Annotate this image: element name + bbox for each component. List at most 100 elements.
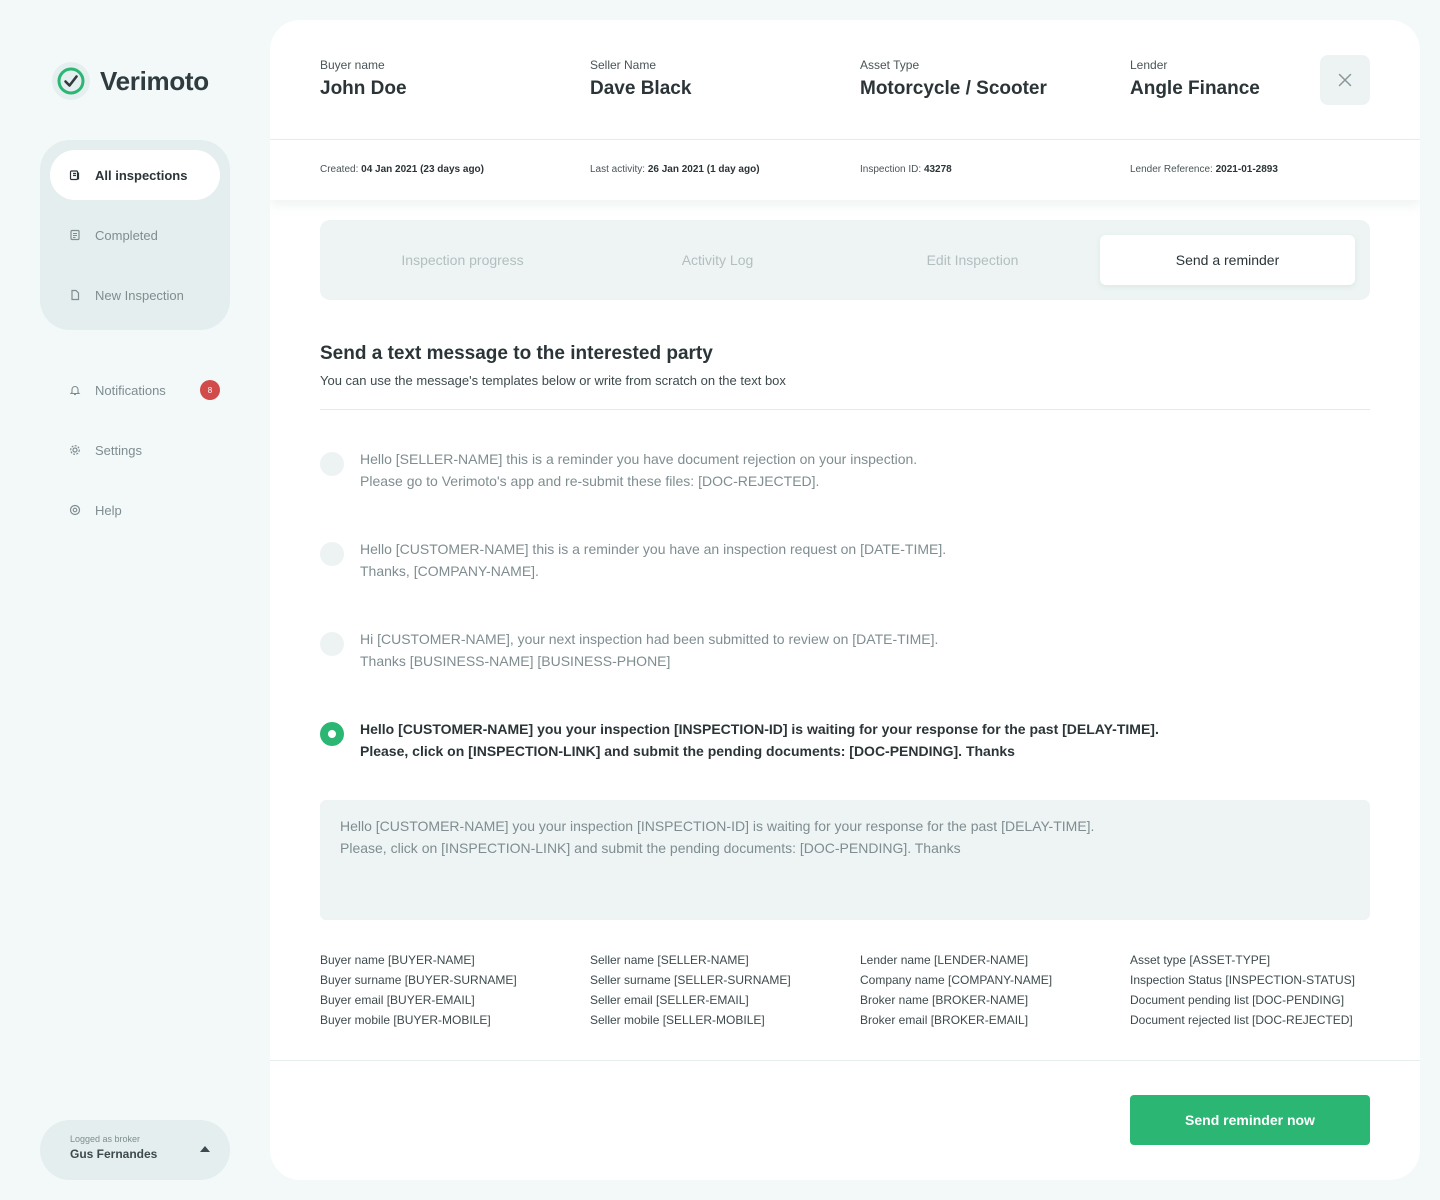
variable-column-seller: Seller name [SELLER-NAME] Seller surname… — [590, 950, 791, 1030]
inspection-header: Buyer name John Doe Seller Name Dave Bla… — [270, 20, 1420, 140]
main-nav: All inspections Completed New Inspection — [40, 140, 230, 330]
template-line: Hello [SELLER-NAME] this is a reminder y… — [360, 451, 918, 467]
meta-label: Last activity: — [590, 164, 646, 175]
message-textarea[interactable]: Hello [CUSTOMER-NAME] you your inspectio… — [320, 800, 1370, 920]
nav-item-label: Settings — [95, 442, 142, 458]
close-icon — [1338, 73, 1352, 87]
nav-item-settings[interactable]: Settings — [50, 425, 230, 475]
variable-item: Company name [COMPANY-NAME] — [860, 973, 1053, 987]
template-line: Please, click on [INSPECTION-LINK] and s… — [360, 743, 1015, 759]
template-line: Please go to Verimoto's app and re-submi… — [360, 473, 820, 489]
folder-icon — [68, 168, 82, 182]
app-name: Verimoto — [100, 65, 209, 96]
meta-value: 43278 — [923, 164, 952, 175]
meta-value: 2021-01-2893 — [1215, 164, 1278, 175]
template-line: Thanks [BUSINESS-NAME] [BUSINESS-PHONE] — [360, 653, 671, 669]
nav-item-label: New Inspection — [95, 287, 184, 303]
nav-item-completed[interactable]: Completed — [50, 210, 220, 260]
section-title: Send a text message to the interested pa… — [320, 343, 713, 364]
buyer-info: Buyer name John Doe — [320, 58, 407, 100]
variable-item: Seller surname [SELLER-SURNAME] — [590, 973, 791, 987]
variable-item: Asset type [ASSET-TYPE] — [1130, 953, 1271, 967]
asset-info: Asset Type Motorcycle / Scooter — [860, 58, 1047, 100]
meta-label: Inspection ID: — [860, 164, 922, 175]
message-line: Hello [CUSTOMER-NAME] you your inspectio… — [340, 818, 1095, 834]
document-icon — [68, 228, 82, 242]
template-radio-selected[interactable] — [320, 722, 344, 746]
tab-send-reminder[interactable]: Send a reminder — [1100, 235, 1355, 285]
gear-icon — [68, 443, 82, 457]
template-line: Hello [CUSTOMER-NAME] this is a reminder… — [360, 541, 947, 557]
meta-inspection-id: Inspection ID: 43278 — [860, 164, 952, 175]
meta-lender-reference: Lender Reference: 2021-01-2893 — [1130, 164, 1278, 175]
message-line: Please, click on [INSPECTION-LINK] and s… — [340, 840, 961, 856]
template-line: Hi [CUSTOMER-NAME], your next inspection… — [360, 631, 939, 647]
variable-item: Document pending list [DOC-PENDING] — [1130, 993, 1345, 1007]
template-line: Hello [CUSTOMER-NAME] you your inspectio… — [360, 721, 1159, 737]
seller-label: Seller Name — [590, 58, 657, 72]
divider — [320, 409, 1370, 410]
lender-info: Lender Angle Finance — [1130, 58, 1260, 100]
variable-item: Buyer surname [BUYER-SURNAME] — [320, 973, 517, 987]
nav-item-all-inspections[interactable]: All inspections — [50, 150, 220, 200]
help-icon — [68, 503, 82, 517]
inspection-card: Buyer name John Doe Seller Name Dave Bla… — [270, 20, 1420, 1180]
buyer-label: Buyer name — [320, 58, 385, 72]
user-role-caption: Logged as broker — [70, 1134, 141, 1144]
caret-up-icon[interactable] — [200, 1146, 210, 1152]
nav-item-label: Completed — [95, 227, 158, 243]
tab-activity-log[interactable]: Activity Log — [590, 235, 845, 285]
buyer-value: John Doe — [320, 78, 407, 99]
nav-item-label: Notifications — [95, 382, 166, 398]
nav-item-label: Help — [95, 502, 122, 518]
variable-item: Document rejected list [DOC-REJECTED] — [1130, 1013, 1353, 1027]
nav-item-label: All inspections — [95, 167, 188, 183]
lender-value: Angle Finance — [1130, 78, 1260, 99]
tab-inspection-progress[interactable]: Inspection progress — [335, 235, 590, 285]
bell-icon — [68, 383, 82, 397]
nav-item-notifications[interactable]: Notifications 8 — [50, 365, 230, 415]
meta-last-activity: Last activity: 26 Jan 2021 (1 day ago) — [590, 164, 760, 175]
template-text: Hello [CUSTOMER-NAME] you your inspectio… — [360, 718, 1159, 762]
check-circle-icon — [52, 62, 90, 100]
meta-created: Created: 04 Jan 2021 (23 days ago) — [320, 164, 484, 175]
template-radio[interactable] — [320, 542, 344, 566]
seller-info: Seller Name Dave Black — [590, 58, 691, 100]
variable-item: Seller email [SELLER-EMAIL] — [590, 993, 749, 1007]
tab-bar: Inspection progress Activity Log Edit In… — [320, 220, 1370, 300]
inspection-meta: Created: 04 Jan 2021 (23 days ago) Last … — [270, 140, 1420, 200]
template-line: Thanks, [COMPANY-NAME]. — [360, 563, 539, 579]
meta-label: Lender Reference: — [1130, 164, 1213, 175]
template-text: Hello [CUSTOMER-NAME] this is a reminder… — [360, 538, 946, 582]
template-radio[interactable] — [320, 632, 344, 656]
notification-count-badge: 8 — [200, 380, 220, 400]
variable-column-buyer: Buyer name [BUYER-NAME] Buyer surname [B… — [320, 950, 517, 1030]
meta-value: 04 Jan 2021 (23 days ago) — [361, 164, 484, 175]
section-subtitle: You can use the message's templates belo… — [320, 373, 786, 388]
meta-label: Created: — [320, 164, 359, 175]
close-button[interactable] — [1320, 55, 1370, 105]
nav-item-new-inspection[interactable]: New Inspection — [50, 270, 220, 320]
meta-value: 26 Jan 2021 (1 day ago) — [647, 164, 760, 175]
variable-item: Broker name [BROKER-NAME] — [860, 993, 1029, 1007]
variable-item: Lender name [LENDER-NAME] — [860, 953, 1029, 967]
variable-item: Broker email [BROKER-EMAIL] — [860, 1013, 1029, 1027]
asset-value: Motorcycle / Scooter — [860, 78, 1047, 99]
send-reminder-button[interactable]: Send reminder now — [1130, 1095, 1370, 1145]
variable-item: Buyer email [BUYER-EMAIL] — [320, 993, 475, 1007]
template-radio[interactable] — [320, 452, 344, 476]
file-icon — [68, 288, 82, 302]
template-text: Hello [SELLER-NAME] this is a reminder y… — [360, 448, 917, 492]
app-logo[interactable]: Verimoto — [52, 62, 209, 100]
nav-item-help[interactable]: Help — [50, 485, 230, 535]
lender-label: Lender — [1130, 58, 1168, 72]
variable-item: Buyer name [BUYER-NAME] — [320, 953, 475, 967]
seller-value: Dave Black — [590, 78, 692, 99]
user-menu[interactable]: Logged as broker Gus Fernandes — [40, 1120, 230, 1180]
tab-edit-inspection[interactable]: Edit Inspection — [845, 235, 1100, 285]
variable-column-lender: Lender name [LENDER-NAME] Company name [… — [860, 950, 1052, 1030]
variable-item: Inspection Status [INSPECTION-STATUS] — [1130, 973, 1355, 987]
variable-item: Seller mobile [SELLER-MOBILE] — [590, 1013, 765, 1027]
variable-column-asset: Asset type [ASSET-TYPE] Inspection Statu… — [1130, 950, 1355, 1030]
footer-divider — [270, 1060, 1420, 1061]
